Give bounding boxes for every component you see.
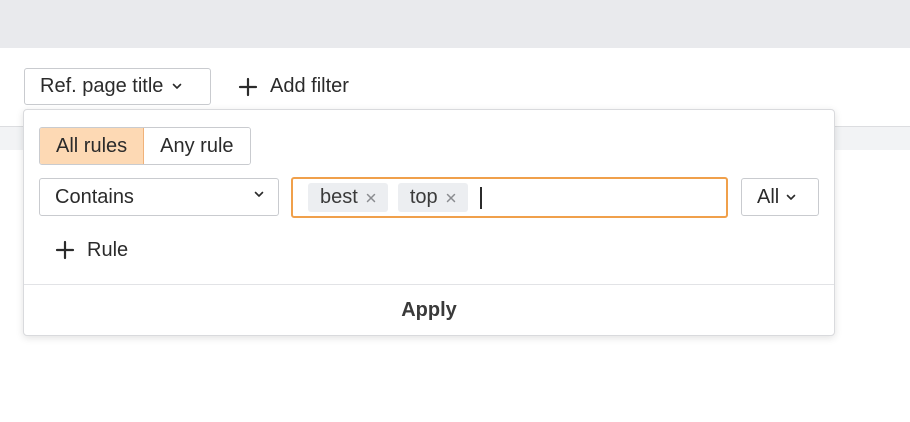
match-all-rules-option[interactable]: All rules bbox=[40, 128, 145, 164]
filter-popover: All rules Any rule Contains best top All bbox=[23, 109, 835, 336]
close-icon[interactable] bbox=[446, 193, 456, 203]
plus-icon bbox=[55, 240, 75, 260]
tag-chip: best bbox=[308, 183, 388, 212]
add-filter-button[interactable]: Add filter bbox=[238, 68, 349, 105]
condition-value: Contains bbox=[55, 185, 134, 208]
add-filter-label: Add filter bbox=[270, 75, 349, 97]
tag-label: best bbox=[320, 186, 358, 208]
close-icon[interactable] bbox=[366, 193, 376, 203]
field-selector-button[interactable]: Ref. page title bbox=[24, 68, 211, 105]
chevron-down-icon bbox=[786, 194, 796, 201]
quantifier-value: All bbox=[757, 185, 780, 208]
match-any-rule-option[interactable]: Any rule bbox=[144, 128, 250, 164]
tag-label: top bbox=[409, 186, 438, 208]
tag-chip: top bbox=[397, 183, 468, 212]
add-rule-label: Rule bbox=[87, 238, 129, 261]
chevron-down-icon bbox=[254, 191, 264, 198]
top-bar bbox=[0, 0, 910, 48]
quantifier-select[interactable]: All bbox=[741, 178, 819, 216]
add-rule-button[interactable]: Rule bbox=[55, 235, 128, 265]
plus-icon bbox=[238, 77, 258, 97]
text-caret bbox=[479, 186, 482, 209]
match-mode-toggle: All rules Any rule bbox=[39, 127, 251, 165]
condition-select[interactable]: Contains bbox=[39, 178, 279, 216]
apply-button[interactable]: Apply bbox=[24, 285, 834, 335]
chevron-down-icon bbox=[172, 83, 182, 90]
keyword-tag-input[interactable]: best top bbox=[291, 177, 728, 218]
field-selector-label: Ref. page title bbox=[40, 75, 164, 97]
